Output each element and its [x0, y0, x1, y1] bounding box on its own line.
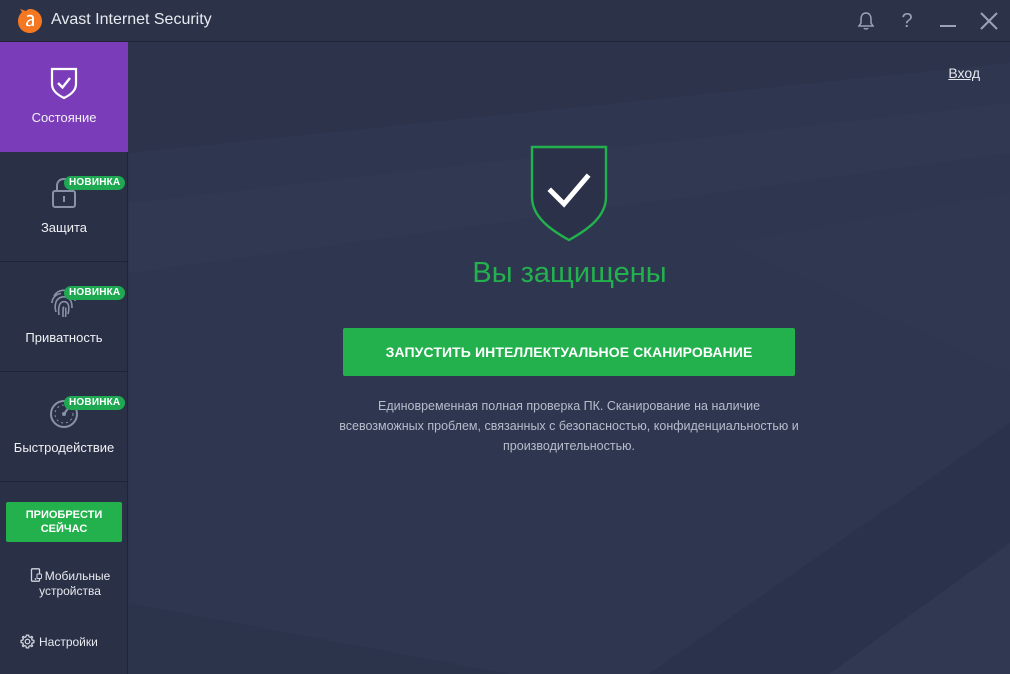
sidebar-item-status[interactable]: Состояние	[0, 42, 128, 152]
close-button[interactable]	[973, 6, 1005, 36]
notifications-button[interactable]	[850, 6, 882, 36]
phone-icon	[30, 568, 42, 582]
settings-label: Настройки	[39, 634, 98, 649]
mobile-devices-label: Мобильные устройства	[39, 569, 111, 598]
sidebar-item-performance[interactable]: НОВИНКА Быстродействие	[0, 372, 128, 482]
bell-icon	[857, 12, 875, 30]
settings-link[interactable]: Настройки	[20, 634, 98, 649]
minimize-icon	[940, 25, 956, 27]
login-link[interactable]: Вход	[948, 65, 980, 81]
close-icon	[980, 12, 998, 30]
shield-check-icon	[50, 67, 78, 100]
sidebar-item-label: Быстродействие	[13, 440, 115, 455]
sidebar-item-protection[interactable]: НОВИНКА Защита	[0, 152, 128, 262]
main-panel: Вход Вы защищены ЗАПУСТИТЬ ИНТЕЛЛЕКТУАЛЬ…	[129, 43, 1010, 674]
new-badge: НОВИНКА	[64, 176, 126, 190]
shield-check-icon	[530, 145, 608, 242]
smart-scan-button[interactable]: ЗАПУСТИТЬ ИНТЕЛЛЕКТУАЛЬНОЕ СКАНИРОВАНИЕ	[343, 328, 795, 376]
gear-icon	[20, 634, 35, 649]
avast-logo-icon	[18, 9, 42, 33]
buy-now-button[interactable]: ПРИОБРЕСТИ СЕЙЧАС	[6, 502, 122, 542]
minimize-button[interactable]	[932, 6, 964, 36]
sidebar-item-label: Защита	[40, 220, 88, 235]
sidebar-item-label: Состояние	[31, 110, 97, 125]
new-badge: НОВИНКА	[64, 396, 126, 410]
sidebar: Состояние НОВИНКА Защита НОВИНКА Приватн…	[0, 42, 128, 674]
title-bar: Avast Internet Security ?	[0, 0, 1010, 42]
scan-description: Единовременная полная проверка ПК. Скани…	[339, 399, 799, 453]
help-button[interactable]: ?	[891, 6, 923, 36]
mobile-devices-link[interactable]: Мобильные устройства	[16, 568, 124, 599]
sidebar-item-label: Приватность	[25, 330, 103, 345]
sidebar-item-privacy[interactable]: НОВИНКА Приватность	[0, 262, 128, 372]
new-badge: НОВИНКА	[64, 286, 126, 300]
app-title: Avast Internet Security	[51, 11, 212, 28]
protection-status-title: Вы защищены	[472, 257, 667, 289]
